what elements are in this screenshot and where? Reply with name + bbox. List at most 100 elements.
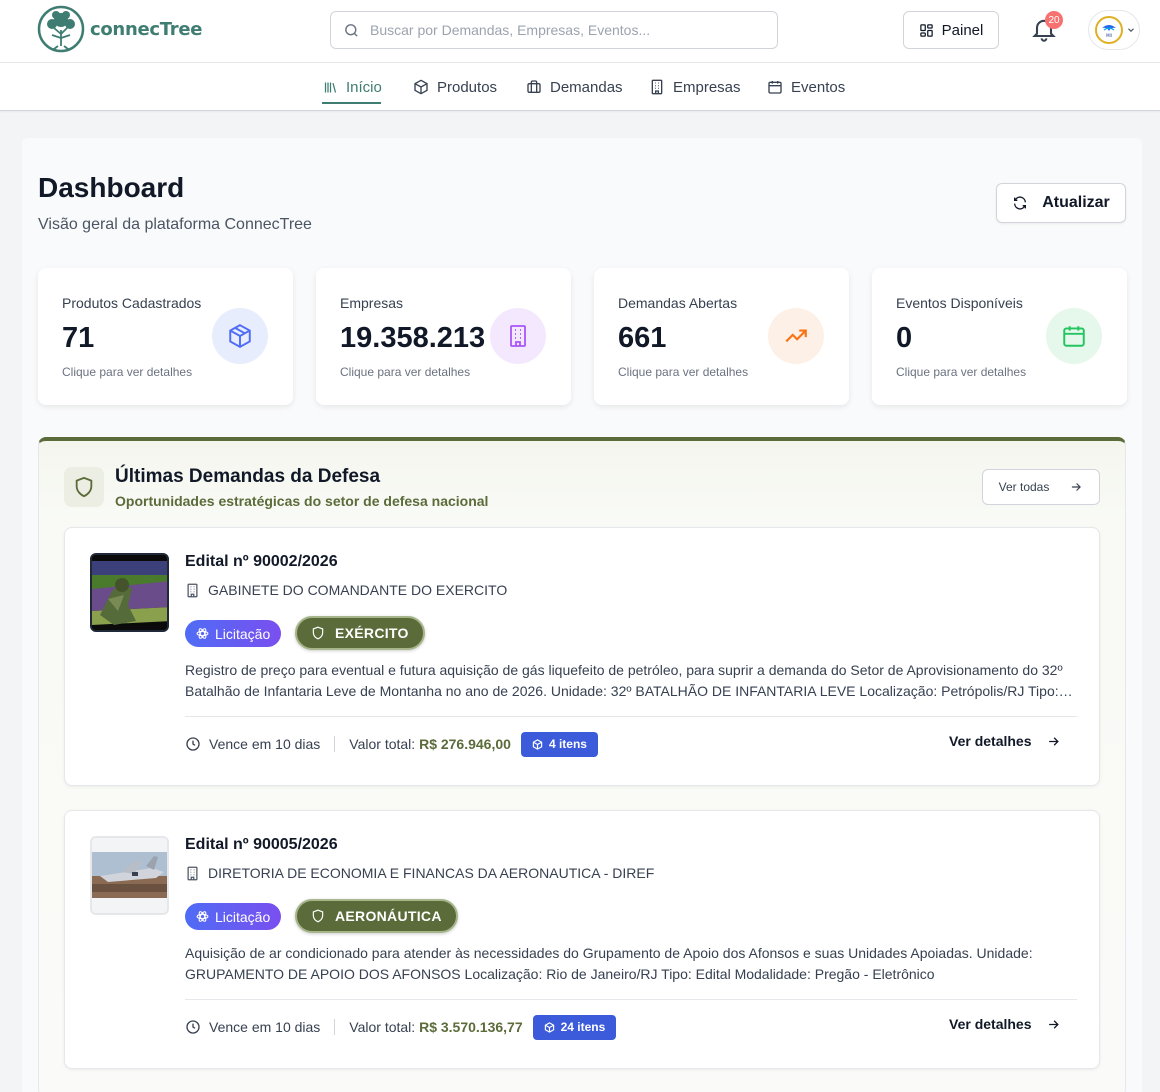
stat-value: 71 <box>62 322 95 354</box>
view-details-label: Ver detalhes <box>949 1016 1032 1032</box>
avatar: MII <box>1095 16 1123 44</box>
due-date: Vence em 10 dias <box>185 736 320 752</box>
organization-seal-icon: MII <box>1099 20 1119 40</box>
clock-icon <box>186 1020 200 1034</box>
search-box[interactable] <box>330 11 778 49</box>
organization-name: GABINETE DO COMANDANTE DO EXERCITO <box>208 582 508 598</box>
view-details-label: Ver detalhes <box>949 733 1032 749</box>
stat-card-eventos[interactable]: Eventos Disponíveis 0 Clique para ver de… <box>872 268 1127 405</box>
divider <box>185 999 1077 1000</box>
cube-icon <box>229 324 251 348</box>
clock-icon <box>186 737 200 751</box>
stat-hint: Clique para ver detalhes <box>618 365 749 379</box>
divider <box>334 736 336 752</box>
shield-icon <box>312 626 324 640</box>
stat-icon-badge <box>768 308 824 364</box>
search-input[interactable] <box>370 22 750 38</box>
nav-item-produtos[interactable]: Produtos <box>413 63 497 111</box>
nav-label-eventos: Eventos <box>791 78 846 96</box>
arrow-right-icon <box>1048 1019 1059 1029</box>
user-menu-button[interactable]: MII <box>1088 10 1140 50</box>
stat-card-produtos[interactable]: Produtos Cadastrados 71 Clique para ver … <box>38 268 293 405</box>
brand-name: connecTree <box>90 18 203 40</box>
refresh-label: Atualizar <box>1042 194 1110 211</box>
demand-description: Registro de preço para eventual e futura… <box>185 662 1063 699</box>
items-badge: 24 itens <box>532 1014 617 1040</box>
atom-icon <box>196 911 209 922</box>
demand-card[interactable]: Edital nº 90002/2026 GABINETE DO COMANDA… <box>64 527 1100 786</box>
see-all-label: Ver todas <box>998 480 1050 494</box>
divider <box>334 1019 336 1035</box>
items-badge: 4 itens <box>520 731 598 757</box>
painel-button[interactable]: Painel <box>903 11 999 49</box>
trending-up-icon <box>785 329 807 343</box>
refresh-button[interactable]: Atualizar <box>996 183 1126 223</box>
brand-logo[interactable]: connecTree <box>36 4 202 54</box>
items-count: 4 itens <box>548 737 587 751</box>
arrow-right-icon <box>1048 736 1059 746</box>
page-subtitle: Visão geral da plataforma ConnecTree <box>38 216 312 233</box>
view-details-link[interactable]: Ver detalhes <box>949 1016 1061 1032</box>
shield-icon <box>312 909 324 923</box>
atom-icon <box>196 628 209 639</box>
stat-label: Eventos Disponíveis <box>896 295 1023 311</box>
demand-thumbnail <box>90 836 169 915</box>
value-amount: R$ 276.946,00 <box>419 736 511 752</box>
nav-label-demandas: Demandas <box>550 78 623 96</box>
total-value: Valor total: R$ 3.570.136,77 <box>349 1019 522 1035</box>
search-icon <box>345 23 358 37</box>
stat-value: 661 <box>618 322 667 354</box>
nav-item-empresas[interactable]: Empresas <box>649 63 741 111</box>
stat-card-demandas[interactable]: Demandas Abertas 661 Clique para ver det… <box>594 268 849 405</box>
main-nav: Início Produtos Demandas Empresas Evento… <box>0 63 1160 111</box>
stat-hint: Clique para ver detalhes <box>896 365 1027 379</box>
type-badge: Licitação <box>185 620 282 647</box>
value-label: Valor total: <box>349 736 416 752</box>
due-label: Vence em 10 dias <box>209 1019 321 1035</box>
cube-icon <box>544 1021 554 1033</box>
nav-item-demandas[interactable]: Demandas <box>526 63 623 111</box>
value-amount: R$ 3.570.136,77 <box>419 1019 523 1035</box>
building-icon <box>187 866 198 880</box>
type-badge: Licitação <box>185 903 282 930</box>
calendar-icon <box>768 81 782 94</box>
aircraft-image <box>92 838 167 913</box>
tree-logo-icon <box>37 5 85 53</box>
nav-item-eventos[interactable]: Eventos <box>767 63 845 111</box>
value-label: Valor total: <box>349 1019 416 1035</box>
arrow-right-icon <box>1072 483 1082 491</box>
shield-icon <box>75 476 93 498</box>
divider <box>185 716 1077 717</box>
due-label: Vence em 10 dias <box>209 736 321 752</box>
nav-label-inicio: Início <box>346 78 382 96</box>
stat-icon-badge <box>212 308 268 364</box>
total-value: Valor total: R$ 276.946,00 <box>349 736 511 752</box>
view-details-link[interactable]: Ver detalhes <box>949 733 1061 749</box>
stat-value: 19.358.213 <box>340 322 486 354</box>
cube-icon <box>414 79 428 95</box>
demand-organization: DIRETORIA DE ECONOMIA E FINANCAS DA AERO… <box>185 865 654 881</box>
stat-label: Empresas <box>340 295 404 311</box>
nav-label-produtos: Produtos <box>437 78 498 96</box>
demand-organization: GABINETE DO COMANDANTE DO EXERCITO <box>185 582 507 598</box>
army-image <box>92 555 167 630</box>
force-label: AERONÁUTICA <box>335 908 442 924</box>
section-subtitle: Oportunidades estratégicas do setor de d… <box>115 493 489 509</box>
stat-card-empresas[interactable]: Empresas 19.358.213 Clique para ver deta… <box>316 268 571 405</box>
demand-card[interactable]: Edital nº 90005/2026 DIRETORIA DE ECONOM… <box>64 810 1100 1069</box>
notification-badge: 20 <box>1045 11 1063 29</box>
chevron-down-icon <box>1128 28 1134 32</box>
demand-footer: Vence em 10 dias Valor total: R$ 3.570.1… <box>185 1013 617 1041</box>
building-icon <box>510 325 526 347</box>
organization-name: DIRETORIA DE ECONOMIA E FINANCAS DA AERO… <box>208 865 655 881</box>
force-label: EXÉRCITO <box>335 625 409 641</box>
stat-hint: Clique para ver detalhes <box>340 365 471 379</box>
nav-label-empresas: Empresas <box>673 78 741 96</box>
stat-label: Demandas Abertas <box>618 295 738 311</box>
painel-label: Painel <box>941 21 984 39</box>
page-title: Dashboard <box>38 172 185 203</box>
demand-title: Edital nº 90002/2026 <box>185 553 338 570</box>
section-title: Últimas Demandas da Defesa <box>115 466 381 487</box>
top-bar: connecTree Painel 20 MII <box>0 0 1160 63</box>
see-all-button[interactable]: Ver todas <box>982 469 1100 505</box>
